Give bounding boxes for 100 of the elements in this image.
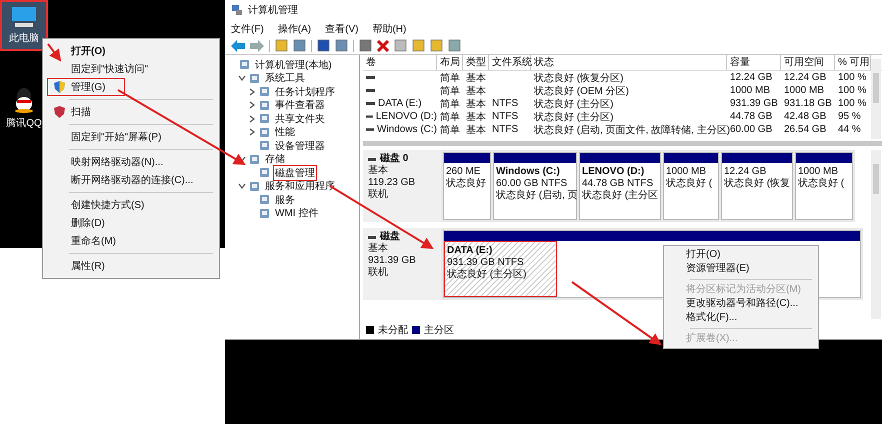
chevron-icon[interactable]	[248, 88, 256, 96]
desktop-icon-label[interactable]: 此电脑	[9, 31, 39, 45]
menu-item[interactable]: 更改驱动器号和路径(C)...	[664, 297, 818, 311]
menu-item[interactable]: 资源管理器(E)	[664, 262, 818, 276]
table-cell-text: 基本	[466, 72, 486, 84]
tree-item[interactable]: 事件查看器	[273, 97, 327, 114]
tree-item[interactable]: 计算机管理(本地)	[253, 56, 334, 73]
table-cell-text: 状态良好 (主分区)	[534, 98, 614, 110]
node-icon	[259, 140, 270, 152]
partition-status: 状态良好 (	[666, 178, 714, 190]
node-icon	[259, 167, 270, 178]
menu-item[interactable]: 固定到"快速访问"	[47, 60, 215, 78]
tree-item[interactable]: 系统工具	[263, 70, 307, 86]
menu-item[interactable]: 管理(G)	[47, 78, 125, 96]
chevron-icon[interactable]	[238, 74, 246, 82]
disk-name: 磁盘 0	[380, 153, 408, 164]
menu-item[interactable]: 打开(O)	[47, 42, 215, 60]
disk-size: 119.23 GB	[368, 177, 416, 188]
tree-item[interactable]: 性能	[273, 124, 297, 140]
back-arrow-icon[interactable]	[231, 40, 245, 52]
disk-type: 基本	[368, 243, 389, 255]
partition-header-bar	[796, 153, 852, 163]
menu-bar-item[interactable]: 操作(A)	[278, 22, 312, 36]
partition-block[interactable]: Windows (C:) 60.00 GB NTFS 状态良好 (启动, 页	[493, 152, 577, 220]
scrollbar[interactable]	[871, 59, 881, 139]
chevron-icon[interactable]	[238, 182, 246, 190]
menu-bar-item[interactable]: 文件(F)	[231, 22, 264, 36]
partition-status: 状态良好 (	[798, 178, 846, 190]
table-cell-text: 基本	[466, 124, 486, 136]
partition-size: 60.00 GB NTFS	[496, 178, 568, 190]
menu-item[interactable]: 删除(D)	[47, 214, 215, 232]
partition-title: DATA (E:)	[447, 245, 494, 257]
table-cell-text: 状态良好 (主分区)	[534, 110, 614, 124]
partition-size: 44.78 GB NTFS	[582, 178, 654, 190]
table-cell-text: 简单	[440, 110, 460, 124]
disk-name: 磁盘	[380, 231, 400, 242]
menu-item[interactable]: 打开(O)	[664, 248, 818, 262]
partition-block[interactable]: 12.24 GB 状态良好 (恢复	[721, 152, 793, 220]
partition-block[interactable]: LENOVO (D:) 44.78 GB NTFS 状态良好 (主分区	[579, 152, 661, 220]
partition-size: 1000 MB	[798, 166, 840, 178]
node-icon	[249, 180, 260, 192]
delete-icon[interactable]	[377, 40, 389, 52]
menu-bar-item[interactable]: 查看(V)	[325, 22, 358, 36]
arrow	[47, 43, 62, 62]
partition-status: 状态良好 (主分区	[582, 190, 658, 202]
column-header[interactable]: 卷	[363, 55, 437, 70]
table-cell: 100 %	[838, 72, 866, 83]
forward-arrow-icon[interactable]	[250, 40, 264, 52]
column-header[interactable]: 状态	[531, 55, 727, 70]
tree-item[interactable]: WMI 控件	[273, 205, 320, 222]
desktop-icon-label[interactable]: 腾讯QQ	[6, 116, 42, 130]
column-header[interactable]: 容量	[727, 55, 781, 70]
partition-status: 状态良好 (主分区)	[447, 269, 526, 281]
computer-icon	[11, 6, 37, 28]
table-cell: 100 %	[838, 98, 866, 109]
tree-item[interactable]: 存储	[263, 151, 287, 168]
menu-item[interactable]: 重命名(M)	[47, 232, 215, 250]
menu-item[interactable]: 固定到"开始"屏幕(P)	[47, 128, 215, 146]
tree-item[interactable]: 任务计划程序	[273, 84, 337, 100]
node-icon	[259, 126, 270, 138]
table-cell: 1000 MB	[730, 85, 770, 96]
chevron-icon[interactable]	[248, 101, 256, 110]
tree-item[interactable]: 共享文件夹	[273, 110, 327, 127]
partition-status: 状态良好 (恢复	[724, 178, 790, 190]
table-cell: 60.00 GB	[730, 124, 772, 135]
table-cell: 26.54 GB	[784, 124, 826, 135]
menu-item[interactable]: 创建快捷方式(S)	[47, 196, 215, 214]
menu-item[interactable]: 扫描	[47, 103, 215, 121]
partition-header-bar	[664, 153, 718, 163]
tree-item[interactable]: 磁盘管理	[273, 164, 317, 181]
table-cell: 42.48 GB	[784, 111, 826, 122]
partition-block[interactable]: 1000 MB 状态良好 (	[795, 152, 853, 220]
scrollbar[interactable]	[871, 150, 881, 319]
menu-item[interactable]: 断开网络驱动器的连接(C)...	[47, 171, 215, 189]
node-icon	[249, 72, 260, 84]
menu-item[interactable]: 属性(R)	[47, 257, 215, 275]
table-cell-text: 简单	[440, 84, 460, 98]
node-icon	[259, 208, 270, 219]
column-header[interactable]: 可用空间	[781, 55, 835, 70]
menu-item[interactable]: 映射网络驱动器(N)...	[47, 153, 215, 171]
table-cell: LENOVO (D:)	[376, 111, 437, 122]
menu-bar-item[interactable]: 帮助(H)	[372, 22, 406, 36]
table-cell: 44.78 GB	[730, 111, 772, 122]
table-cell-text: 简单	[440, 124, 460, 136]
chevron-icon[interactable]	[248, 114, 256, 123]
table-cell: NTFS	[492, 124, 518, 135]
column-header[interactable]: 类型	[463, 55, 489, 70]
partition-block[interactable]: 260 ME 状态良好	[443, 152, 491, 220]
disk-size: 931.39 GB	[368, 255, 417, 266]
tree-item[interactable]: 设备管理器	[273, 138, 327, 154]
table-cell-text: 状态良好 (OEM 分区)	[534, 84, 629, 98]
chevron-icon[interactable]	[248, 128, 256, 136]
tree-item[interactable]: 服务	[273, 192, 297, 208]
menu-item[interactable]: 格式化(F)...	[664, 311, 818, 325]
partition-block[interactable]: 1000 MB 状态良好 (	[663, 152, 719, 220]
column-header[interactable]: 布局	[437, 55, 463, 70]
app-icon	[12, 87, 36, 113]
disk-type: 基本	[368, 165, 389, 177]
shield-icon	[54, 106, 65, 118]
column-header[interactable]: 文件系统	[489, 55, 531, 70]
